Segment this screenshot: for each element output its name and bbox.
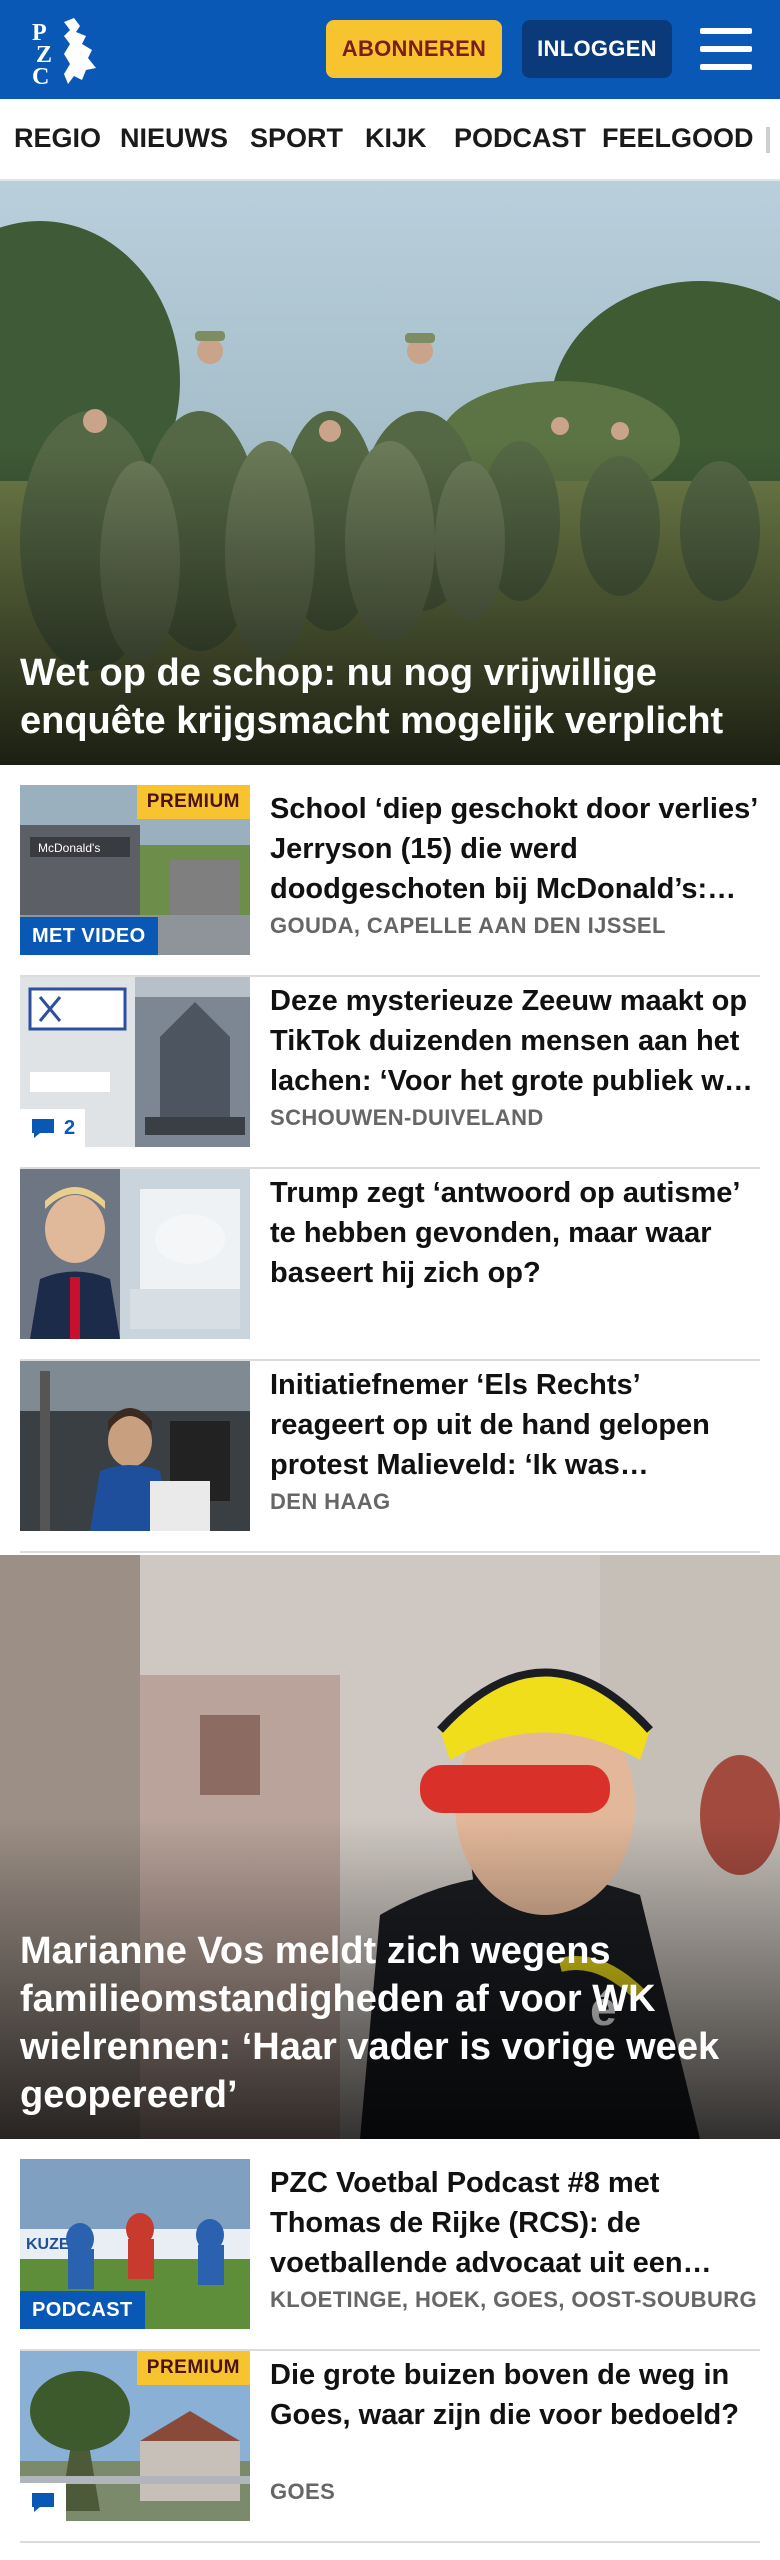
- article-location: DEN HAAG: [270, 1489, 391, 1514]
- nav-item-nieuws[interactable]: NIEUWS: [120, 123, 228, 154]
- article-title[interactable]: Deze mysterieuze Zeeuw maakt op TikTok d…: [270, 981, 760, 1101]
- article-row[interactable]: Trump zegt ‘antwoord op autisme’ te hebb…: [20, 1169, 760, 1361]
- hero-title[interactable]: Wet op de schop: nu nog vrijwillige enqu…: [20, 649, 760, 745]
- svg-text:McDonald's: McDonald's: [38, 841, 100, 855]
- podcast-badge: PODCAST: [20, 2291, 145, 2329]
- article-thumbnail[interactable]: [20, 1169, 250, 1339]
- hero-article-cycling[interactable]: é Marianne Vos meldt zich wegens familie…: [0, 1555, 780, 2139]
- article-row[interactable]: PREMIUM Die grote buizen boven de weg in…: [20, 2351, 760, 2543]
- login-button[interactable]: INLOGGEN: [522, 20, 672, 78]
- article-row[interactable]: 2 Deze mysterieuze Zeeuw maakt op TikTok…: [20, 977, 760, 1169]
- article-location: GOES: [270, 2479, 336, 2504]
- nav-item-kijk[interactable]: KIJK: [365, 123, 427, 154]
- svg-text:KUZE: KUZE: [26, 2236, 70, 2253]
- article-title[interactable]: PZC Voetbal Podcast #8 met Thomas de Rij…: [270, 2163, 760, 2283]
- premium-badge: PREMIUM: [136, 2351, 250, 2385]
- site-header: P Z C ABONNEREN INLOGGEN: [0, 0, 780, 99]
- article-title[interactable]: School ‘diep geschokt door verlies’ Jerr…: [270, 789, 760, 909]
- comment-count: 2: [64, 1116, 76, 1139]
- svg-text:C: C: [32, 64, 49, 86]
- nav-overflow-item[interactable]: [766, 127, 770, 153]
- comment-icon: [32, 1119, 54, 1138]
- hamburger-icon[interactable]: [700, 26, 752, 72]
- video-badge: MET VIDEO: [20, 917, 158, 955]
- article-title[interactable]: Initiatiefnemer ‘Els Rechts’ reageert op…: [270, 1365, 760, 1485]
- hero-title[interactable]: Marianne Vos meldt zich wegens familieom…: [20, 1927, 760, 2119]
- comment-count-badge: [20, 2483, 66, 2521]
- article-thumbnail[interactable]: [20, 1361, 250, 1531]
- comment-count-badge: 2: [20, 1109, 86, 1147]
- premium-badge: PREMIUM: [136, 785, 250, 819]
- article-location: GOUDA, CAPELLE AAN DEN IJSSEL: [270, 913, 666, 938]
- nav-item-regio[interactable]: REGIO: [14, 123, 101, 154]
- article-row[interactable]: KUZE PODCAST PZC Voetbal Podcast #8 met …: [20, 2159, 760, 2351]
- article-thumbnail[interactable]: 2: [20, 977, 250, 1147]
- article-location: SCHOUWEN-DUIVELAND: [270, 1105, 544, 1130]
- article-thumbnail[interactable]: McDonald's PREMIUM MET VIDEO: [20, 785, 250, 955]
- nav-item-feelgood[interactable]: FEELGOOD: [602, 123, 754, 154]
- section-nav: REGIO NIEUWS SPORT KIJK PODCAST FEELGOOD: [0, 99, 780, 181]
- nav-item-sport[interactable]: SPORT: [250, 123, 343, 154]
- article-thumbnail[interactable]: KUZE PODCAST: [20, 2159, 250, 2329]
- pzc-logo[interactable]: P Z C: [30, 14, 110, 90]
- comment-icon: [32, 2493, 54, 2512]
- hero-article-military[interactable]: Wet op de schop: nu nog vrijwillige enqu…: [0, 181, 780, 765]
- article-row[interactable]: McDonald's PREMIUM MET VIDEO School ‘die…: [20, 785, 760, 977]
- article-location: KLOETINGE, HOEK, GOES, OOST-SOUBURG: [270, 2287, 758, 2312]
- article-title[interactable]: Trump zegt ‘antwoord op autisme’ te hebb…: [270, 1173, 760, 1293]
- article-row[interactable]: Initiatiefnemer ‘Els Rechts’ reageert op…: [20, 1361, 760, 1553]
- article-thumbnail[interactable]: PREMIUM: [20, 2351, 250, 2521]
- subscribe-button[interactable]: ABONNEREN: [326, 20, 502, 78]
- article-title[interactable]: Die grote buizen boven de weg in Goes, w…: [270, 2355, 760, 2435]
- nav-item-podcast[interactable]: PODCAST: [454, 123, 586, 154]
